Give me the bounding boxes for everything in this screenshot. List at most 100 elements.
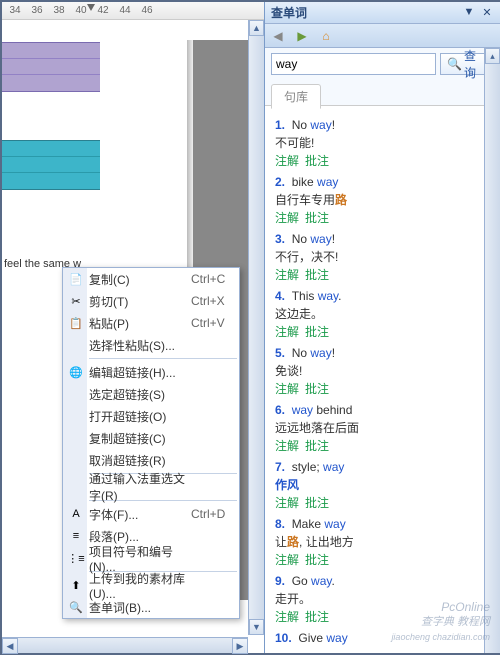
ctx-label: 剪切(T) — [89, 293, 191, 310]
ctx-label: 查单词(B)... — [89, 599, 191, 616]
ctx-lookup[interactable]: 🔍查单词(B)... — [63, 596, 239, 618]
horizontal-ruler: 34363840424446 — [2, 2, 264, 20]
comment-link[interactable]: 批注 — [305, 439, 329, 453]
search-icon: 🔍 — [447, 57, 462, 71]
search-input[interactable] — [271, 53, 436, 75]
ctx-paragraph-icon: ≡ — [67, 528, 85, 544]
annotate-link[interactable]: 注解 — [275, 268, 299, 282]
ctx-label: 取消超链接(R) — [89, 452, 191, 469]
panel-close-icon[interactable]: ✕ — [480, 6, 494, 20]
panel-title: 查单词 — [271, 4, 458, 21]
ctx-upload[interactable]: ⬆上传到我的素材库(U)... — [63, 574, 239, 596]
ctx-open-link-icon — [67, 408, 85, 424]
purple-block[interactable] — [2, 42, 100, 92]
annotate-link[interactable]: 注解 — [275, 154, 299, 168]
panel-titlebar: 查单词 ▼ ✕ — [265, 2, 500, 24]
scroll-left-icon[interactable]: ◀ — [2, 638, 18, 654]
panel-scrollbar[interactable]: ▴ — [484, 48, 500, 653]
ctx-label: 通过输入法重选文字(R) — [89, 470, 191, 504]
vertical-scrollbar[interactable]: ▲ ▼ — [248, 20, 264, 635]
horizontal-scrollbar[interactable]: ◀ ▶ — [2, 637, 248, 653]
result-entry: 2. bike way自行车专用路注解批注 — [275, 173, 490, 227]
ctx-copy[interactable]: 📄复制(C)Ctrl+C — [63, 268, 239, 290]
ctx-label: 复制(C) — [89, 271, 191, 288]
panel-toolbar: ◀ ▶ ⌂ — [265, 24, 500, 48]
ctx-cut[interactable]: ✂剪切(T)Ctrl+X — [63, 290, 239, 312]
results-body: 1. No way!不可能!注解批注2. bike way自行车专用路注解批注3… — [265, 106, 500, 649]
ctx-font-icon: A — [67, 506, 85, 522]
ctx-paste[interactable]: 📋粘贴(P)Ctrl+V — [63, 312, 239, 334]
ctx-label: 选定超链接(S) — [89, 386, 191, 403]
ctx-copy-link-icon — [67, 430, 85, 446]
ctx-open-link[interactable]: 打开超链接(O) — [63, 405, 239, 427]
ctx-label: 编辑超链接(H)... — [89, 364, 191, 381]
scroll-up-icon[interactable]: ▲ — [249, 20, 264, 36]
comment-link[interactable]: 批注 — [305, 553, 329, 567]
home-icon[interactable]: ⌂ — [317, 27, 335, 45]
ctx-edit-link-icon: 🌐 — [67, 364, 85, 380]
result-entry: 7. style; way作风注解批注 — [275, 458, 490, 512]
comment-link[interactable]: 批注 — [305, 610, 329, 624]
forward-icon[interactable]: ▶ — [293, 27, 311, 45]
panel-dropdown-icon[interactable]: ▼ — [462, 6, 476, 20]
comment-link[interactable]: 批注 — [305, 268, 329, 282]
ctx-label: 字体(F)... — [89, 506, 191, 523]
tab-marker-icon[interactable] — [87, 4, 95, 11]
ctx-edit-link[interactable]: 🌐编辑超链接(H)... — [63, 361, 239, 383]
ctx-label: 打开超链接(O) — [89, 408, 191, 425]
annotate-link[interactable]: 注解 — [275, 382, 299, 396]
ctx-upload-icon: ⬆ — [67, 577, 85, 593]
result-entry: 5. No way!免谈!注解批注 — [275, 344, 490, 398]
ctx-select-link-icon — [67, 386, 85, 402]
ctx-copy-icon: 📄 — [67, 271, 85, 287]
ctx-remove-link[interactable]: 取消超链接(R) — [63, 449, 239, 471]
ctx-lookup-icon: 🔍 — [67, 599, 85, 615]
ctx-paste-special[interactable]: 选择性粘贴(S)... — [63, 334, 239, 356]
context-menu: 📄复制(C)Ctrl+C✂剪切(T)Ctrl+X📋粘贴(P)Ctrl+V选择性粘… — [62, 267, 240, 619]
comment-link[interactable]: 批注 — [305, 382, 329, 396]
annotate-link[interactable]: 注解 — [275, 496, 299, 510]
annotate-link[interactable]: 注解 — [275, 553, 299, 567]
annotate-link[interactable]: 注解 — [275, 211, 299, 225]
comment-link[interactable]: 批注 — [305, 211, 329, 225]
dictionary-panel: 查单词 ▼ ✕ ◀ ▶ ⌂ 🔍查询 句库 1. No way!不可能!注解批注2… — [264, 2, 500, 653]
ctx-paste-icon: 📋 — [67, 315, 85, 331]
result-entry: 4. This way.这边走。注解批注 — [275, 287, 490, 341]
ctx-shortcut: Ctrl+D — [191, 507, 239, 521]
result-entry: 1. No way!不可能!注解批注 — [275, 116, 490, 170]
ctx-remove-link-icon — [67, 452, 85, 468]
comment-link[interactable]: 批注 — [305, 496, 329, 510]
ctx-shortcut: Ctrl+X — [191, 294, 239, 308]
result-entry: 8. Make way让路, 让出地方注解批注 — [275, 515, 490, 569]
result-entry: 3. No way!不行，决不!注解批注 — [275, 230, 490, 284]
comment-link[interactable]: 批注 — [305, 154, 329, 168]
annotate-link[interactable]: 注解 — [275, 325, 299, 339]
ctx-shortcut: Ctrl+V — [191, 316, 239, 330]
ctx-label: 选择性粘贴(S)... — [89, 337, 191, 354]
scroll-down-icon[interactable]: ▼ — [249, 619, 264, 635]
ctx-select-link[interactable]: 选定超链接(S) — [63, 383, 239, 405]
annotate-link[interactable]: 注解 — [275, 439, 299, 453]
panel-scroll-up-icon[interactable]: ▴ — [485, 48, 500, 64]
ctx-label: 粘贴(P) — [89, 315, 191, 332]
result-entry: 6. way behind远远地落在后面注解批注 — [275, 401, 490, 455]
ctx-copy-link[interactable]: 复制超链接(C) — [63, 427, 239, 449]
comment-link[interactable]: 批注 — [305, 325, 329, 339]
ctx-paste-special-icon — [67, 337, 85, 353]
back-icon[interactable]: ◀ — [269, 27, 287, 45]
ctx-bullets[interactable]: ⋮≡项目符号和编号(N)... — [63, 547, 239, 569]
annotate-link[interactable]: 注解 — [275, 610, 299, 624]
ctx-font[interactable]: A字体(F)...Ctrl+D — [63, 503, 239, 525]
ctx-cut-icon: ✂ — [67, 293, 85, 309]
watermark: PcOnline 查字典 教程网 jiaocheng chazidian.com — [391, 600, 490, 645]
ctx-label: 上传到我的素材库(U)... — [89, 570, 191, 601]
scroll-right-icon[interactable]: ▶ — [232, 638, 248, 654]
ctx-ime-reselect-icon — [67, 479, 85, 495]
ctx-label: 复制超链接(C) — [89, 430, 191, 447]
search-bar: 🔍查询 — [265, 48, 500, 80]
teal-block[interactable] — [2, 140, 100, 190]
result-tabs: 句库 — [265, 80, 500, 106]
ctx-ime-reselect[interactable]: 通过输入法重选文字(R) — [63, 476, 239, 498]
ctx-bullets-icon: ⋮≡ — [67, 550, 85, 566]
ctx-shortcut: Ctrl+C — [191, 272, 239, 286]
